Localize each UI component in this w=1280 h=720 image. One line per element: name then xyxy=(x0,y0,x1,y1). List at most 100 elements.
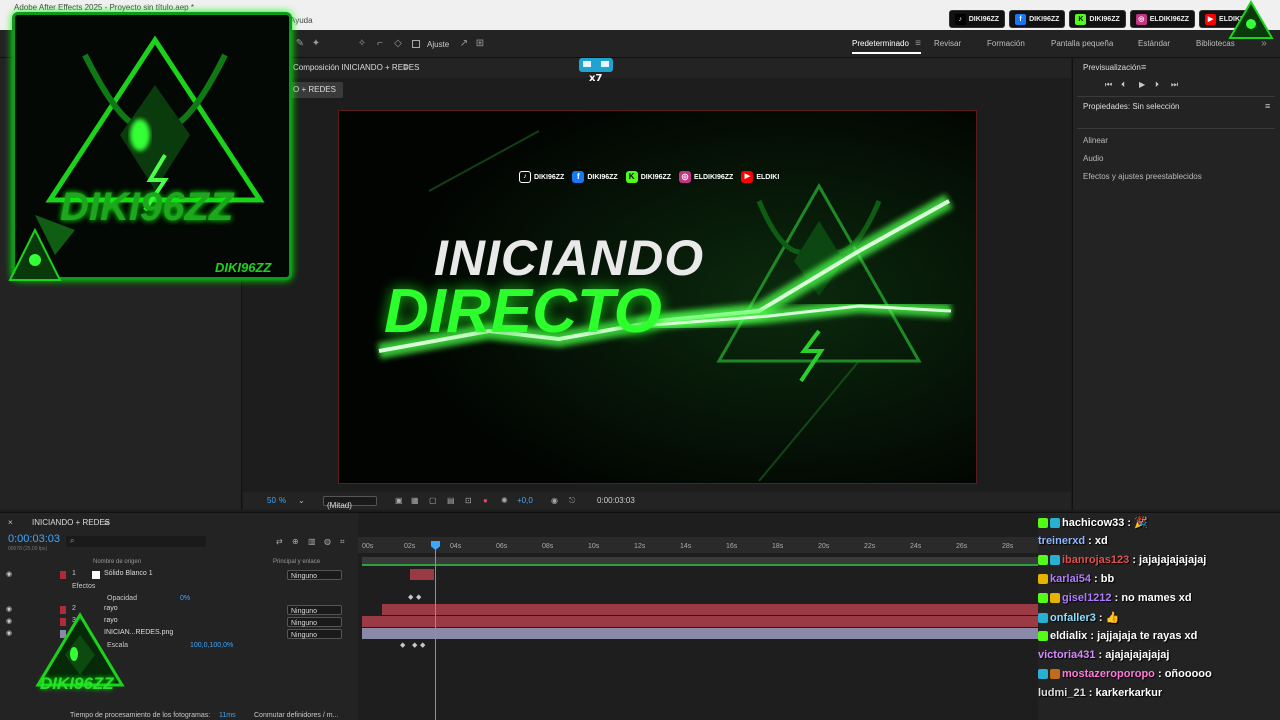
pen-tool-icon[interactable]: ✎ xyxy=(294,38,306,50)
workspace-menu-icon[interactable]: ≡ xyxy=(912,38,924,50)
scale-value[interactable]: 100,0,100,0% xyxy=(190,642,233,649)
play-icon[interactable]: ▶ xyxy=(1139,80,1145,89)
keyframe-icon[interactable]: ◆ xyxy=(420,641,425,649)
brush-tool-icon[interactable]: ⌐ xyxy=(374,38,386,50)
layer-row[interactable]: ◉ 1 Sólido Blanco 1 Ninguno xyxy=(0,569,358,581)
prev-frame-icon[interactable]: ⏴ xyxy=(1121,80,1125,90)
badge-icon xyxy=(1038,669,1048,680)
chat-message: victoria431 : ajajajajajajaj xyxy=(1038,649,1170,661)
last-frame-icon[interactable]: ⏭ xyxy=(1171,80,1178,90)
3d-view-icon[interactable]: ⊡ xyxy=(465,496,472,505)
social-facebook: f DIKI96ZZ xyxy=(1009,10,1066,28)
keyframe-icon[interactable]: ◆ xyxy=(412,641,417,649)
ruler-tick: 02s xyxy=(404,543,416,550)
keyframe-icon[interactable]: ◆ xyxy=(416,593,421,601)
opacity-value[interactable]: 0% xyxy=(180,595,190,602)
layer-search-input[interactable]: ⌕ xyxy=(66,536,206,547)
layer-bar[interactable] xyxy=(410,569,434,580)
panel-item-alinear[interactable]: Alinear xyxy=(1083,136,1108,145)
workspace-revisar[interactable]: Revisar xyxy=(934,39,961,48)
chevron-down-icon[interactable]: ⌄ xyxy=(298,496,305,505)
parent-select[interactable]: Ninguno xyxy=(287,570,342,580)
keyframe-icon[interactable]: ◆ xyxy=(408,593,413,601)
effects-label[interactable]: Efectos xyxy=(72,583,95,590)
eye-icon[interactable]: ◉ xyxy=(6,617,12,625)
close-icon[interactable]: × xyxy=(8,518,13,527)
playhead[interactable] xyxy=(435,545,436,720)
chat-message: karlai54 : bb xyxy=(1038,573,1114,591)
graph-editor-icon[interactable]: ⌗ xyxy=(340,537,345,547)
viewer-timecode[interactable]: 0:00:03:03 xyxy=(597,496,635,505)
parent-select[interactable]: Ninguno xyxy=(287,617,342,627)
exposure-value[interactable]: +0,0 xyxy=(517,496,533,505)
snap-checkbox[interactable] xyxy=(412,40,420,48)
draft-3d-icon[interactable]: ⊕ xyxy=(292,537,299,546)
label-color-swatch[interactable] xyxy=(60,571,66,579)
composition-menu-icon[interactable]: ≡ xyxy=(403,62,408,72)
timeline-comp-name[interactable]: INICIANDO + REDES xyxy=(32,518,110,527)
keyframe-icon[interactable]: ◆ xyxy=(400,641,405,649)
timeline-tracks[interactable]: 00s 02s 04s 06s 08s 10s 12s 14s 16s 18s … xyxy=(358,513,1038,720)
eye-icon[interactable]: ◉ xyxy=(6,570,12,578)
panel-item-audio[interactable]: Audio xyxy=(1083,154,1103,163)
snap-option-icon[interactable]: ↗ xyxy=(458,38,470,50)
workspace-pantalla-pequena[interactable]: Pantalla pequeña xyxy=(1051,39,1113,48)
region-of-interest-icon[interactable]: ▣ xyxy=(395,496,403,505)
pin-tool-icon[interactable]: ✦ xyxy=(310,38,322,50)
parent-select[interactable]: Ninguno xyxy=(287,629,342,639)
snap-grid-icon[interactable]: ⊞ xyxy=(474,38,486,50)
properties-menu-icon[interactable]: ≡ xyxy=(1265,101,1270,111)
next-frame-icon[interactable]: ⏵ xyxy=(1155,80,1159,90)
snap-label: Ajuste xyxy=(427,40,450,49)
timeline-menu-icon[interactable]: ≡ xyxy=(104,518,109,528)
parent-select[interactable]: Ninguno xyxy=(287,605,342,615)
puppet-tool-icon[interactable]: ✧ xyxy=(356,38,368,50)
color-channel-icon[interactable]: ● xyxy=(483,496,488,505)
layer-bar[interactable] xyxy=(382,604,1038,615)
work-area-bar[interactable] xyxy=(362,557,1038,566)
eye-icon[interactable]: ◉ xyxy=(6,605,12,613)
workspace-predeterminado[interactable]: Predeterminado xyxy=(852,39,921,54)
instagram-icon: ◎ xyxy=(1135,13,1147,25)
ruler-tick: 14s xyxy=(680,543,692,550)
solid-layer-icon xyxy=(92,571,100,579)
eraser-tool-icon[interactable]: ◇ xyxy=(392,38,404,50)
properties-title: Propiedades: Sin selección xyxy=(1083,102,1180,111)
composition-viewer[interactable]: ♪ DIKI96ZZ f DIKI96ZZ K DIKI96ZZ ◎ ELDIKI96Z… xyxy=(338,110,977,484)
chat-message: mostazeroporopo : oñooooo xyxy=(1038,668,1212,686)
menu-help[interactable]: Ayuda xyxy=(290,16,313,25)
motion-blur-icon[interactable]: ◍ xyxy=(324,537,331,546)
timeline-timecode[interactable]: 0:00:03:03 xyxy=(8,533,60,545)
divider xyxy=(1077,96,1275,97)
exposure-icon[interactable]: ✺ xyxy=(501,496,508,505)
layer-bar[interactable] xyxy=(362,628,1038,639)
layer-bar[interactable] xyxy=(362,616,1038,627)
camera-snapshot-icon[interactable]: ◉ xyxy=(551,496,558,505)
panel-item-effects[interactable]: Efectos y ajustes preestablecidos xyxy=(1083,172,1202,181)
transparency-grid-icon[interactable]: ▦ xyxy=(411,496,419,505)
first-frame-icon[interactable]: ⏮ xyxy=(1105,80,1112,90)
instagram-icon: ◎ xyxy=(679,171,692,183)
workspace-bibliotecas[interactable]: Bibliotecas xyxy=(1196,39,1235,48)
show-snapshot-icon[interactable]: ⎋ xyxy=(569,496,575,506)
youtube-icon: ▶ xyxy=(1205,13,1217,25)
mask-toggle-icon[interactable]: ▢ xyxy=(429,496,437,505)
shy-layers-icon[interactable]: ▥ xyxy=(308,537,316,546)
eye-icon[interactable]: ◉ xyxy=(6,629,12,637)
guides-icon[interactable]: ▤ xyxy=(447,496,455,505)
badge-icon xyxy=(1038,518,1048,529)
composition-title: Composición INICIANDO + REDES xyxy=(293,63,420,72)
mascot-corner-icon xyxy=(0,225,70,285)
bottom-logo-text: DIKI96ZZ xyxy=(40,674,114,693)
toggle-switches-button[interactable]: Conmutar definidores / m... xyxy=(254,712,338,719)
workspace-estandar[interactable]: Estándar xyxy=(1138,39,1170,48)
layer-name[interactable]: Sólido Blanco 1 xyxy=(104,570,153,577)
preview-menu-icon[interactable]: ≡ xyxy=(1141,62,1146,72)
workspace-formacion[interactable]: Formación xyxy=(987,39,1025,48)
badge-icon xyxy=(1050,518,1060,529)
resolution-select[interactable]: (Mitad) xyxy=(323,496,377,510)
comp-flowchart-icon[interactable]: ⇄ xyxy=(276,537,283,546)
mascot-corner-icon xyxy=(1222,0,1280,40)
badge-icon xyxy=(1038,593,1048,604)
zoom-value[interactable]: 50 xyxy=(267,496,276,505)
